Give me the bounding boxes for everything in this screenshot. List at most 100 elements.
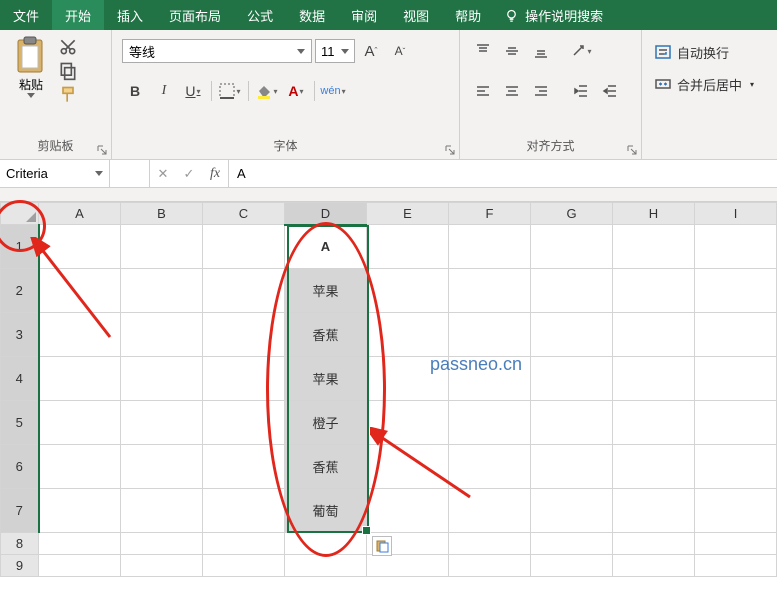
cell[interactable] <box>367 269 449 313</box>
cell[interactable] <box>531 313 613 357</box>
row-header-9[interactable]: 9 <box>1 555 39 577</box>
cell[interactable] <box>613 269 695 313</box>
cell[interactable] <box>531 555 613 577</box>
cell[interactable]: 葡萄 <box>285 489 367 533</box>
tab-page-layout[interactable]: 页面布局 <box>156 0 234 30</box>
tab-view[interactable]: 视图 <box>390 0 442 30</box>
tab-review[interactable]: 审阅 <box>338 0 390 30</box>
cell[interactable] <box>121 533 203 555</box>
cell[interactable] <box>39 489 121 533</box>
cell[interactable] <box>367 555 449 577</box>
cell[interactable] <box>203 489 285 533</box>
row-header-6[interactable]: 6 <box>1 445 39 489</box>
cell[interactable] <box>695 555 777 577</box>
cell[interactable] <box>39 445 121 489</box>
cell[interactable] <box>695 313 777 357</box>
col-header-F[interactable]: F <box>449 203 531 225</box>
cell[interactable] <box>39 555 121 577</box>
cell[interactable] <box>203 555 285 577</box>
cell[interactable] <box>531 445 613 489</box>
cell[interactable] <box>39 401 121 445</box>
select-all-corner[interactable] <box>1 203 39 225</box>
tab-data[interactable]: 数据 <box>286 0 338 30</box>
formula-input[interactable]: A <box>229 160 777 187</box>
col-header-B[interactable]: B <box>121 203 203 225</box>
cell[interactable] <box>613 533 695 555</box>
cell[interactable] <box>695 533 777 555</box>
fill-color-button[interactable]: ▾ <box>254 78 280 104</box>
tab-home[interactable]: 开始 <box>52 0 104 30</box>
row-header-1[interactable]: 1 <box>1 225 39 269</box>
cell[interactable] <box>121 269 203 313</box>
cell[interactable] <box>449 313 531 357</box>
cell[interactable] <box>203 401 285 445</box>
align-left-button[interactable] <box>470 78 496 104</box>
tab-insert[interactable]: 插入 <box>104 0 156 30</box>
cancel-button[interactable]: ✕ <box>150 166 176 182</box>
cell[interactable] <box>531 225 613 269</box>
cut-icon[interactable] <box>58 37 78 57</box>
alignment-dialog-launcher-icon[interactable] <box>626 144 638 156</box>
cell[interactable] <box>203 445 285 489</box>
cell[interactable] <box>695 489 777 533</box>
cell[interactable] <box>203 225 285 269</box>
col-header-C[interactable]: C <box>203 203 285 225</box>
cell[interactable]: 香蕉 <box>285 313 367 357</box>
decrease-font-button[interactable]: Aˇ <box>387 38 413 64</box>
col-header-H[interactable]: H <box>613 203 695 225</box>
cell[interactable] <box>121 225 203 269</box>
cell[interactable] <box>613 555 695 577</box>
orientation-button[interactable]: ▾ <box>568 38 594 64</box>
cell[interactable] <box>39 269 121 313</box>
cell[interactable] <box>39 357 121 401</box>
underline-button[interactable]: U ▾ <box>180 78 206 104</box>
insert-function-button[interactable]: fx <box>202 166 228 182</box>
cell[interactable] <box>613 225 695 269</box>
cell[interactable]: 橙子 <box>285 401 367 445</box>
cell[interactable] <box>449 269 531 313</box>
tab-help[interactable]: 帮助 <box>442 0 494 30</box>
cell[interactable] <box>531 533 613 555</box>
cell[interactable] <box>367 313 449 357</box>
cell[interactable] <box>121 357 203 401</box>
col-header-A[interactable]: A <box>39 203 121 225</box>
cell[interactable] <box>695 225 777 269</box>
cell[interactable] <box>121 401 203 445</box>
cell[interactable] <box>203 533 285 555</box>
row-header-2[interactable]: 2 <box>1 269 39 313</box>
col-header-G[interactable]: G <box>531 203 613 225</box>
row-header-4[interactable]: 4 <box>1 357 39 401</box>
cell[interactable] <box>203 357 285 401</box>
cell[interactable] <box>613 445 695 489</box>
cell[interactable] <box>695 445 777 489</box>
cell[interactable] <box>285 555 367 577</box>
col-header-D[interactable]: D <box>285 203 367 225</box>
tab-formulas[interactable]: 公式 <box>234 0 286 30</box>
align-bottom-button[interactable] <box>528 38 554 64</box>
clipboard-dialog-launcher-icon[interactable] <box>96 144 108 156</box>
decrease-indent-button[interactable] <box>568 78 594 104</box>
cell[interactable]: 苹果 <box>285 357 367 401</box>
cell[interactable] <box>39 225 121 269</box>
italic-button[interactable]: I <box>151 78 177 104</box>
col-header-I[interactable]: I <box>695 203 777 225</box>
cell[interactable] <box>203 269 285 313</box>
cell[interactable] <box>39 313 121 357</box>
align-right-button[interactable] <box>528 78 554 104</box>
cell-grid[interactable]: A B C D E F G H I 1A2苹果3香蕉4苹果5橙子6香蕉7葡萄89 <box>0 202 777 577</box>
cell[interactable]: 苹果 <box>285 269 367 313</box>
cell[interactable]: A <box>285 225 367 269</box>
font-color-button[interactable]: A ▾ <box>283 78 309 104</box>
format-painter-icon[interactable] <box>58 85 78 105</box>
cell[interactable] <box>39 533 121 555</box>
cell[interactable] <box>695 269 777 313</box>
cell[interactable] <box>367 489 449 533</box>
cell[interactable]: 香蕉 <box>285 445 367 489</box>
cell[interactable] <box>695 357 777 401</box>
row-header-8[interactable]: 8 <box>1 533 39 555</box>
cell[interactable] <box>531 489 613 533</box>
cell[interactable] <box>121 555 203 577</box>
font-size-combo[interactable]: 11 <box>315 39 355 63</box>
increase-font-button[interactable]: Aˆ <box>358 38 384 64</box>
cell[interactable] <box>367 225 449 269</box>
